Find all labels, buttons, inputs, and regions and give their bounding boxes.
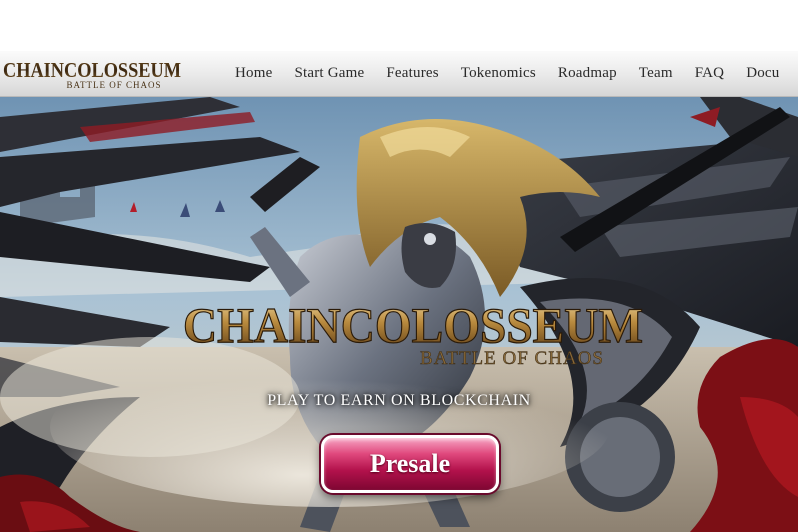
nav-home[interactable]: Home (235, 65, 272, 82)
logo-sub-text: BATTLE OF CHAOS (66, 80, 161, 90)
nav-roadmap[interactable]: Roadmap (558, 65, 617, 82)
presale-button[interactable]: Presale (321, 435, 499, 493)
nav-docs[interactable]: Docu (746, 65, 779, 82)
nav-team[interactable]: Team (639, 65, 673, 82)
hero-subtitle: BATTLE OF CHAOS (420, 348, 604, 369)
hero-tagline: PLAY TO EARN ON BLOCKCHAIN (267, 392, 531, 409)
site-logo[interactable]: ChainColosseum BATTLE OF CHAOS (2, 57, 182, 91)
hero-title: ChainColosseum (183, 297, 643, 353)
hero-banner: ChainColosseum BATTLE OF CHAOS PLAY TO E… (0, 97, 798, 532)
nav-tokenomics[interactable]: Tokenomics (461, 65, 536, 82)
logo-main-text: ChainColosseum (3, 58, 181, 82)
nav-start-game[interactable]: Start Game (294, 65, 364, 82)
top-blank-area (0, 0, 798, 51)
nav-faq[interactable]: FAQ (695, 65, 725, 82)
nav-features[interactable]: Features (386, 65, 438, 82)
top-navbar: ChainColosseum BATTLE OF CHAOS Home Star… (0, 51, 798, 97)
nav-links: Home Start Game Features Tokenomics Road… (235, 51, 798, 96)
